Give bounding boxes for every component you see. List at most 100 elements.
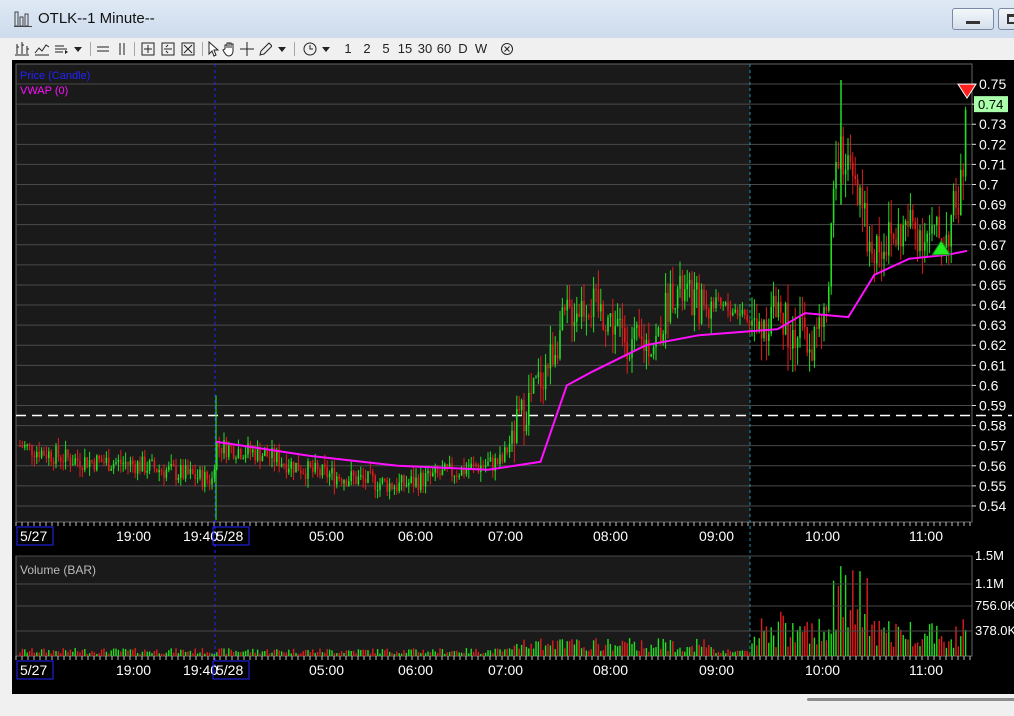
candle-body: [458, 475, 460, 477]
candle-body: [964, 109, 967, 177]
interval-60[interactable]: 60: [436, 40, 452, 58]
candle-body: [621, 318, 624, 329]
candle-body: [160, 470, 163, 472]
chart-canvas[interactable]: 0.75 0.74 0.73 0.72 0.71 0.7 0.69 0.68 0.67 0.66 0…: [12, 60, 1014, 694]
candle-body: [724, 302, 727, 305]
line-style-icon[interactable]: [34, 40, 50, 58]
candle-body: [441, 469, 444, 476]
chart-frame: 0.75 0.74 0.73 0.72 0.71 0.7 0.69 0.68 0.67 0.66 0…: [12, 60, 1014, 694]
window-title: OTLK--1 Minute--: [38, 10, 155, 27]
indicator-icon[interactable]: [54, 40, 70, 58]
vertical-line-icon[interactable]: [116, 40, 128, 58]
candle-body: [136, 461, 139, 474]
candle-body: [859, 187, 861, 205]
price-axis-label: 0.75: [979, 76, 1006, 92]
candle-body: [801, 317, 804, 319]
candle-body: [333, 468, 336, 485]
candle-body: [955, 191, 957, 208]
candle-body: [880, 252, 883, 259]
horizontal-line-icon[interactable]: [96, 40, 110, 58]
interval-5[interactable]: 5: [381, 40, 391, 58]
zoom-out-icon[interactable]: [160, 40, 176, 58]
volume-time-axis-label: 11:00: [909, 662, 943, 678]
candle-body: [741, 309, 744, 315]
candle-body: [496, 458, 499, 465]
close-chart-icon[interactable]: [500, 40, 514, 58]
candle-body: [578, 313, 580, 318]
candle-body: [676, 288, 679, 309]
cursor-arrow-icon[interactable]: [207, 40, 219, 58]
candle-body: [386, 480, 388, 492]
candle-body: [446, 464, 448, 468]
last-price-label: 0.74: [978, 97, 1003, 112]
candle-body: [343, 480, 345, 484]
candle-body: [604, 329, 607, 332]
candle-body: [93, 461, 96, 471]
candle-body: [948, 234, 950, 247]
crosshair-icon[interactable]: [240, 40, 254, 58]
price-axis-label: 0.73: [979, 116, 1006, 132]
candle-body: [912, 210, 914, 222]
candle-body: [816, 327, 818, 329]
candle-body: [381, 478, 384, 484]
candle-body: [67, 449, 69, 458]
hand-pan-icon[interactable]: [222, 40, 236, 58]
interval-30[interactable]: 30: [417, 40, 433, 58]
candle-body: [362, 475, 364, 479]
candle-body: [196, 477, 199, 479]
candle-body: [513, 430, 516, 443]
candle-body: [720, 297, 722, 306]
candle-body: [580, 300, 583, 318]
chevron-down-icon[interactable]: [276, 40, 288, 58]
candle-body: [331, 468, 333, 474]
candle-body: [705, 304, 708, 310]
candle-body: [607, 317, 609, 332]
candle-body: [885, 251, 888, 256]
interval-daily[interactable]: D: [457, 40, 469, 58]
interval-2[interactable]: 2: [362, 40, 372, 58]
candle-body: [628, 357, 631, 359]
interval-15[interactable]: 15: [397, 40, 413, 58]
volume-time-axis-label: 5/27: [20, 662, 47, 678]
fit-chart-icon[interactable]: [180, 40, 196, 58]
chevron-down-icon[interactable]: [72, 40, 84, 58]
candle-body: [542, 387, 544, 390]
candle-body: [360, 475, 362, 477]
candle-body: [38, 451, 40, 458]
horizontal-scrollbar[interactable]: [12, 694, 1014, 716]
candle-body: [561, 307, 564, 331]
candle-body: [295, 462, 297, 473]
candle-body: [19, 445, 21, 447]
candle-body: [856, 179, 859, 205]
candle-body: [451, 463, 453, 477]
candle-body: [158, 470, 160, 473]
pencil-draw-icon[interactable]: [258, 40, 272, 58]
interval-1[interactable]: 1: [343, 40, 353, 58]
candle-body: [201, 469, 204, 487]
candle-body: [828, 286, 830, 311]
candle-body: [669, 283, 672, 322]
candle-body: [530, 392, 532, 394]
candle-body: [916, 229, 919, 252]
minimize-button[interactable]: [952, 8, 994, 30]
candle-body: [302, 473, 304, 475]
scrollbar-thumb[interactable]: [807, 698, 1014, 701]
candle-body: [369, 471, 372, 473]
chevron-down-icon[interactable]: [320, 40, 332, 58]
candle-body: [122, 463, 124, 465]
interval-weekly[interactable]: W: [474, 40, 488, 58]
zoom-in-icon[interactable]: [140, 40, 156, 58]
candle-body: [276, 451, 278, 463]
maximize-button[interactable]: [998, 8, 1014, 30]
clock-icon[interactable]: [302, 40, 318, 58]
candle-body: [33, 455, 36, 458]
candle-body: [715, 297, 717, 309]
price-axis-label: 0.68: [979, 217, 1006, 233]
candle-body: [230, 445, 232, 447]
candle-style-icon[interactable]: [14, 40, 30, 58]
candle-body: [710, 301, 712, 319]
time-axis-label: 19:00: [116, 528, 151, 544]
candle-body: [568, 299, 571, 307]
candle-body: [633, 327, 636, 340]
candle-body: [888, 222, 890, 256]
